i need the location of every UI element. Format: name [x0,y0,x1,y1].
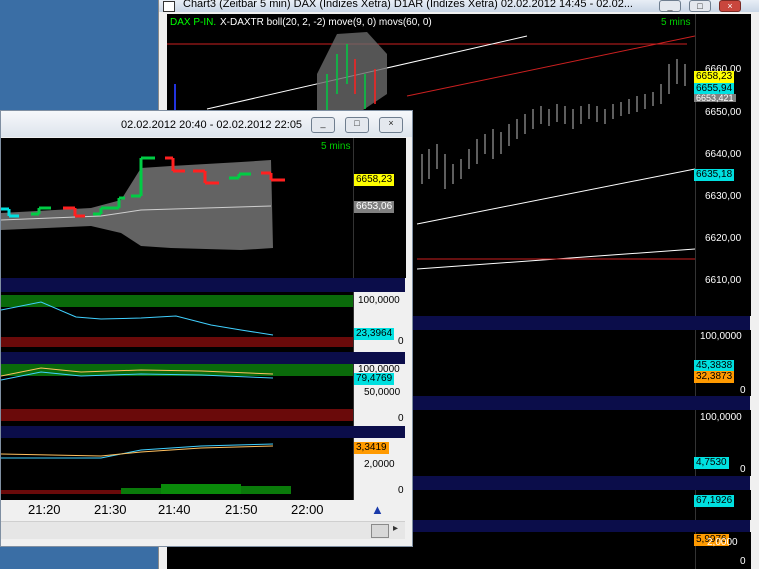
app-icon [163,1,175,12]
price-axis-label: 6620,00 [705,233,742,244]
maximize-button[interactable]: □ [345,117,369,133]
drawing-tool-icon[interactable]: ▲ [371,502,391,517]
title-bar[interactable]: 02.02.2012 20:40 - 02.02.2012 22:05 _ □ … [1,111,412,137]
price-axis-label: 6645,00 [364,242,401,253]
time-axis-label: 21:50 [225,502,258,517]
indicator-value-tag: 32,3873 [694,371,735,383]
price-axis-label: 6640,00 [705,149,742,160]
trendline-tag: 6635,18 [694,169,735,181]
indicator-chart-2 [1,295,353,347]
indicator-axis-label: 0 [398,413,404,424]
indicator-axis-label: 0 [740,464,746,475]
window-title: Chart3 (Zeitbar 5 min) DAX (Indizes Xetr… [183,0,633,10]
middle-band-tag: 6653,06 [354,201,395,213]
indicator-value-tag: 67,1926 [694,495,735,507]
price-axis-label: 6655,00 [364,190,401,201]
price-axis [695,14,751,316]
minimize-button[interactable]: _ [659,0,681,12]
price-chart [1,156,285,250]
time-axis-label: 21:40 [158,502,191,517]
indicator-axis-label: 0 [398,336,404,347]
panel-separator [1,352,405,364]
indicator-axis-label: 100,0000 [700,331,742,342]
maximize-button[interactable]: □ [689,0,711,12]
indicator-value-tag: 4,7530 [694,457,729,469]
scroll-thumb[interactable] [371,524,389,538]
window-title: 02.02.2012 20:40 - 02.02.2012 22:05 [121,119,303,131]
indicator-axis-label: 100,0000 [700,412,742,423]
last-price-tag: 6658,23 [694,71,735,83]
indicator-axis-label: 2,0000 [364,459,395,470]
indicator-axis-label: 0 [740,385,746,396]
indicator-axis-label: 50,0000 [364,387,401,398]
last-price-tag: 6658,23 [354,174,395,186]
indicator-chart-3 [1,364,353,421]
time-axis-label: 21:20 [28,502,61,517]
time-axis-label: 22:00 [291,502,324,517]
indicator-value-tag: 3,3419 [354,442,389,454]
indicator-chart-4 [1,443,291,494]
chart-detail-window[interactable]: 02.02.2012 20:40 - 02.02.2012 22:05 _ □ … [0,110,413,547]
price-axis-label: 6650,00 [705,107,742,118]
indicator-value-tag: 79,4769 [354,373,395,385]
lower-band-tag: 6653,421 [694,93,736,103]
price-axis-label: 6640,00 [364,266,401,277]
horizontal-scrollbar[interactable]: ▸ [1,521,405,539]
indicator-value-tag: 23,3964 [354,328,395,340]
title-bar[interactable]: Chart3 (Zeitbar 5 min) DAX (Indizes Xetr… [159,0,759,12]
indicator-axis-label: 0 [740,556,746,567]
price-axis-label: 6650,00 [364,216,401,227]
indicator-axis-label: 2,0000 [707,537,738,548]
price-axis-label: 6610,00 [705,275,742,286]
indicator-axis-label: 100,0000 [358,295,400,306]
minimize-button[interactable]: _ [311,117,335,133]
time-axis-label: 21:30 [94,502,127,517]
panel-separator [1,426,405,438]
scroll-right-arrow-icon[interactable]: ▸ [393,523,398,534]
indicator-axis-label: 0 [398,485,404,496]
price-axis-label: 6630,00 [705,191,742,202]
close-button[interactable]: × [379,117,403,133]
panel-separator [1,278,405,292]
close-button[interactable]: × [719,0,741,12]
